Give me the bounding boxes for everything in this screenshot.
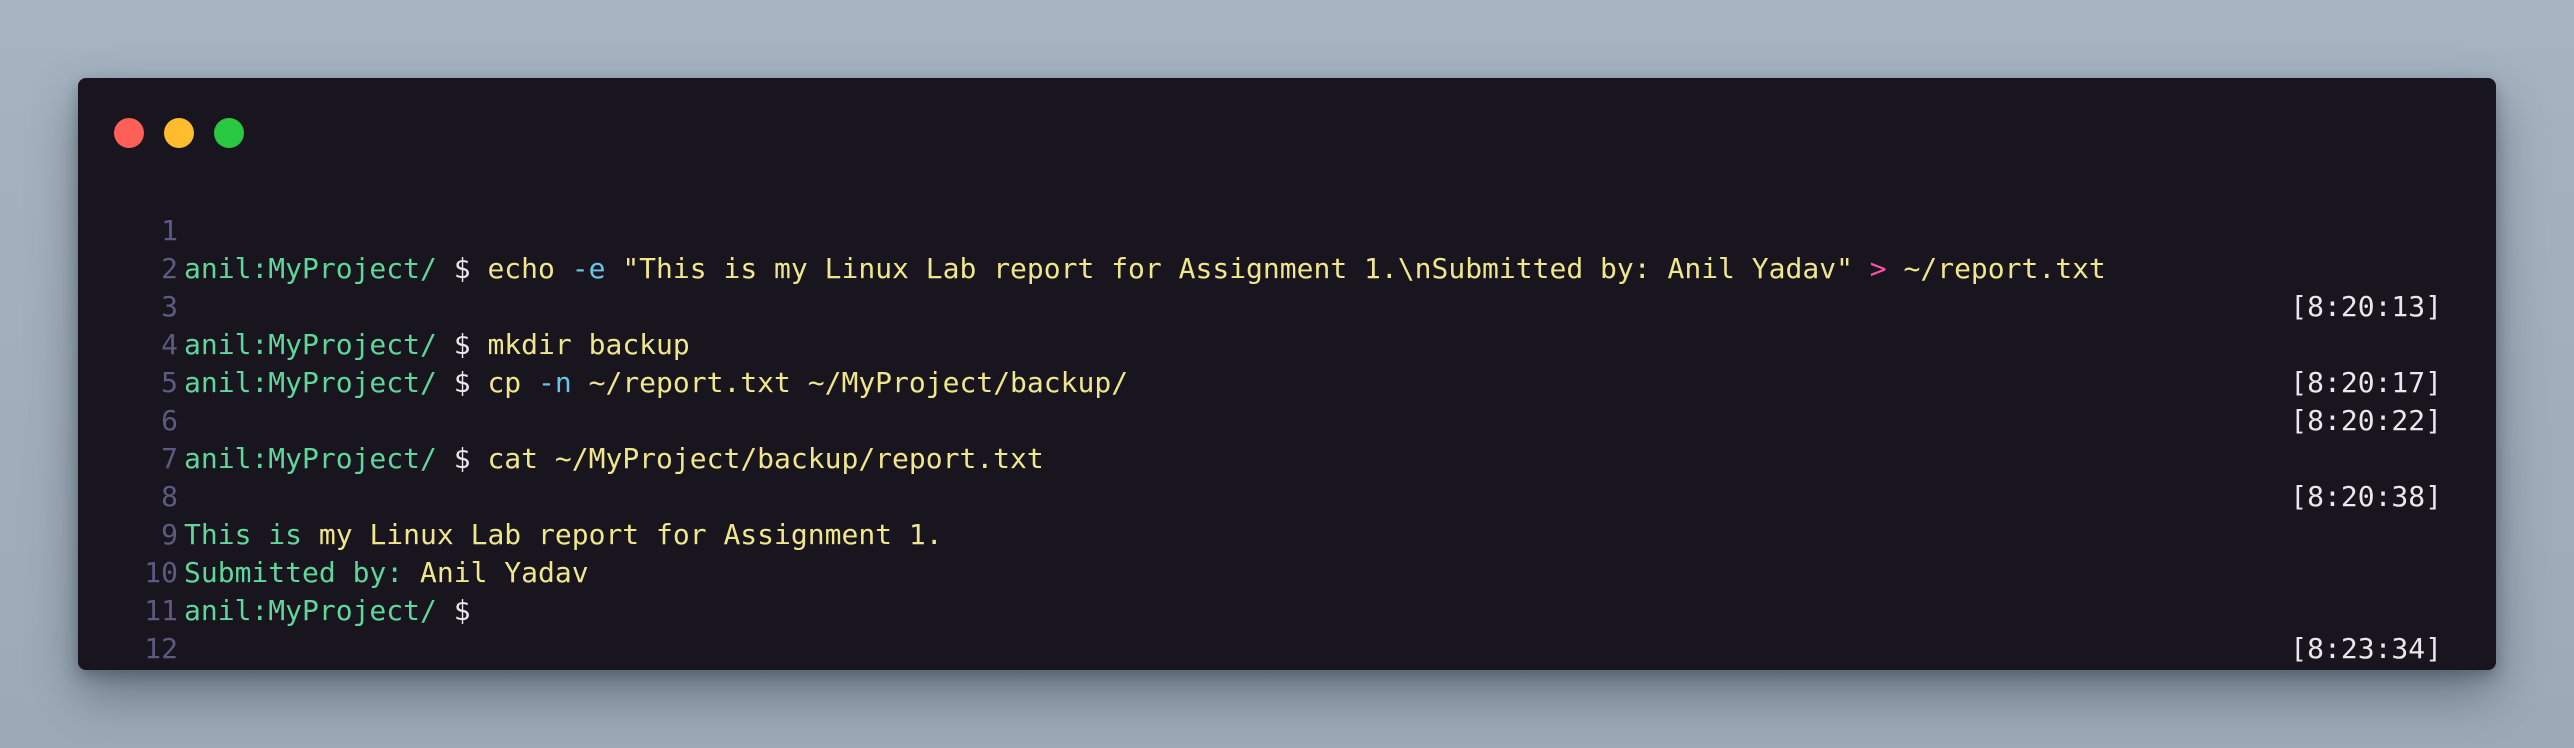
maximize-button[interactable] [214,118,244,148]
terminal-line-6: 6 anil:MyProject/ $ cat ~/MyProject/back… [78,364,2496,513]
terminal-line-7: 7 [78,402,2496,475]
terminal-line-10: 10 anil:MyProject/ $ [8:23:34] [78,516,2496,665]
terminal-line-1: 1 anil:MyProject/ $ echo -e "This is my … [78,174,2496,323]
terminal-line-2: 2 [78,212,2496,285]
terminal-output[interactable]: 1 anil:MyProject/ $ echo -e "This is my … [78,174,2496,665]
terminal-line-8: 8 This is my Linux Lab report for Assign… [78,440,2496,551]
terminal-line-4: 4 anil:MyProject/ $ cp -n ~/report.txt ~… [78,288,2496,437]
terminal-line-12: 12 [78,592,2496,665]
terminal-line-11: 11 [78,554,2496,627]
terminal-line-3: 3 anil:MyProject/ $ mkdir backup [8:20:1… [78,250,2496,399]
minimize-button[interactable] [164,118,194,148]
line-number: 12 [144,632,178,665]
terminal-window: 1 anil:MyProject/ $ echo -e "This is my … [78,78,2496,670]
timestamp: [8:23:34] [2290,632,2442,665]
close-button[interactable] [114,118,144,148]
terminal-line-5: 5 [78,326,2496,399]
terminal-line-9: 9 Submitted by: Anil Yadav [78,478,2496,589]
